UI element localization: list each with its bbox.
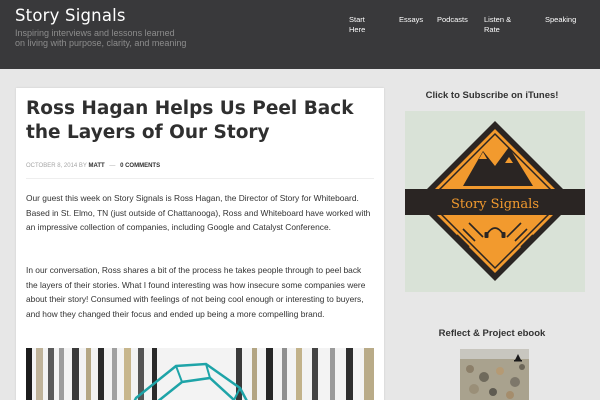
nav-item-listen-rate[interactable]: Listen & Rate [484,15,511,35]
ebook-heading: Reflect & Project ebook [438,328,546,339]
nav-item-essays[interactable]: Essays [399,15,423,25]
podcast-logo-text: Story Signals [451,197,539,212]
post-paragraph: In our conversation, Ross shares a bit o… [26,265,366,320]
site-header: Story Signals Inspiring interviews and l… [0,0,600,69]
ebook-cover-image[interactable] [460,349,529,400]
itunes-heading: Click to Subscribe on iTunes! [425,90,559,101]
post-meta: October 8, 2014 by Matt — 0 Comments [26,163,160,169]
meta-divider [26,178,374,179]
meta-separator: — [109,163,116,169]
post-paragraph: Our guest this week on Story Signals is … [26,193,371,233]
post-author-link[interactable]: Matt [89,163,105,169]
comments-link[interactable]: 0 Comments [120,163,160,169]
post-title[interactable]: Ross Hagan Helps Us Peel Back the Layers… [26,97,366,145]
featured-image-graphic [26,348,374,400]
nav-item-podcasts[interactable]: Podcasts [437,15,468,25]
nav-item-start-here[interactable]: Start Here [349,15,365,35]
site-title[interactable]: Story Signals [15,6,126,25]
podcast-cover-art[interactable]: Story Signals [405,111,585,292]
post-card: Ross Hagan Helps Us Peel Back the Layers… [16,88,384,400]
nav-item-speaking[interactable]: Speaking [545,15,576,25]
post-by-label: by [78,163,87,169]
post-featured-image [26,348,374,400]
site-description: Inspiring interviews and lessons learned… [15,28,187,48]
post-date: October 8, 2014 [26,163,78,169]
